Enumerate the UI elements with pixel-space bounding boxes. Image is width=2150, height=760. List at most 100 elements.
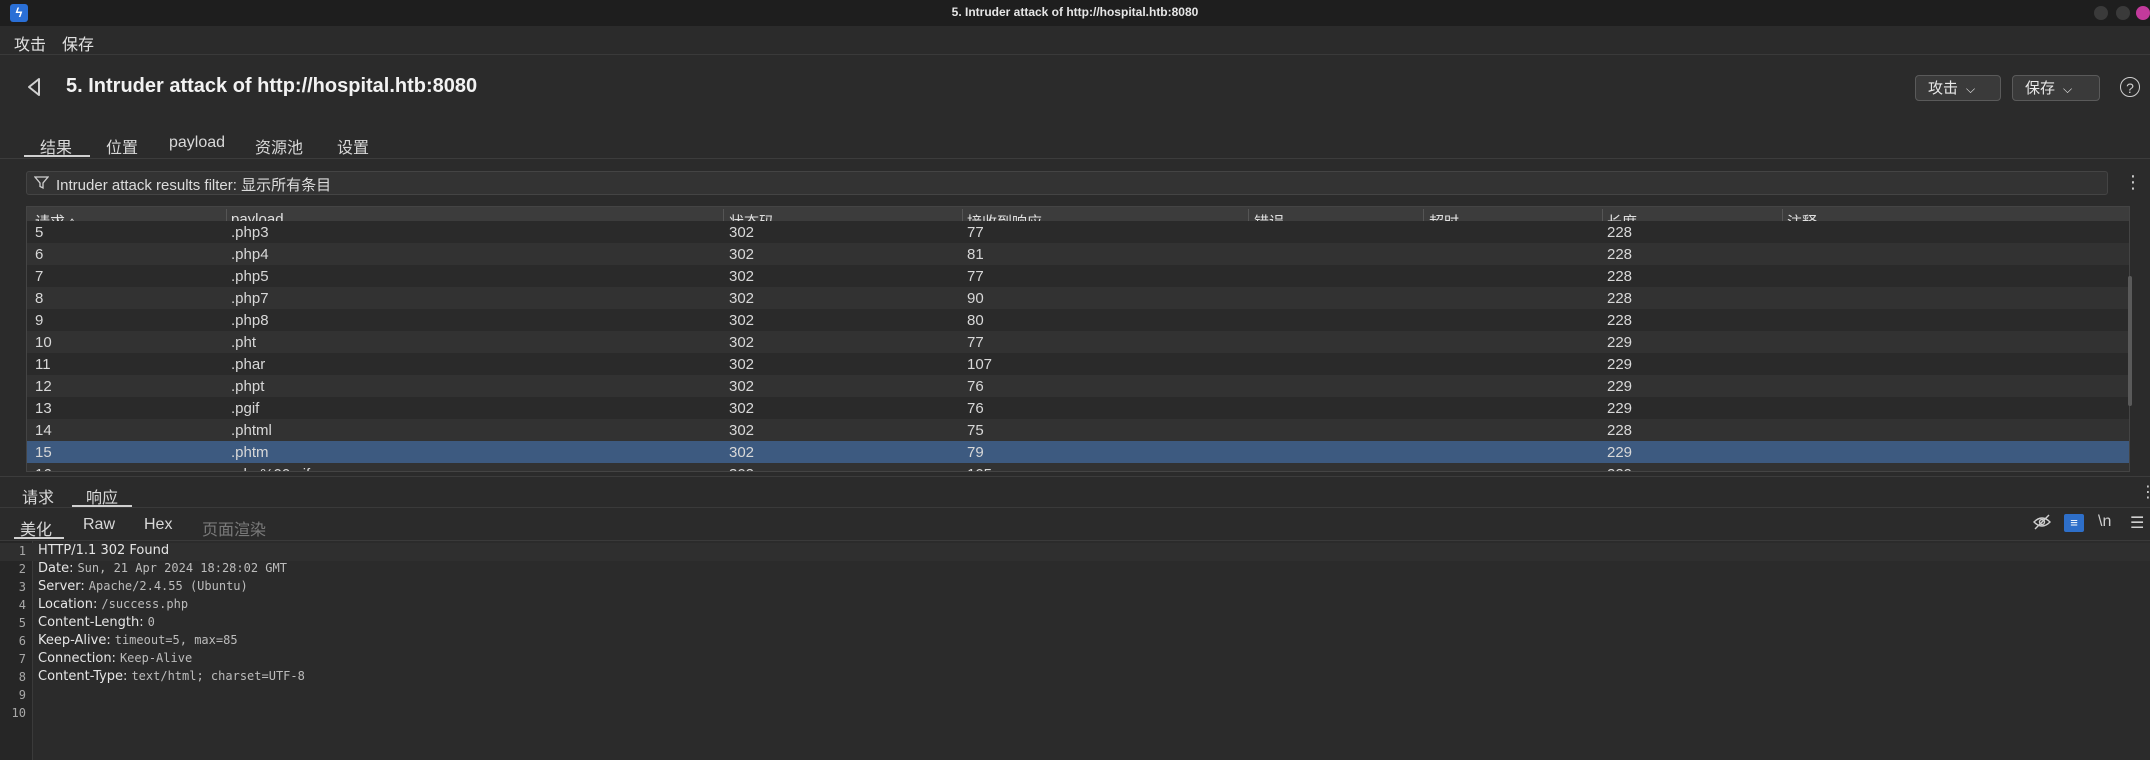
close-window-button[interactable] [2136, 6, 2150, 20]
cell-status: 302 [729, 422, 755, 439]
tab-settings[interactable]: 设置 [337, 134, 369, 158]
cell-status: 302 [729, 246, 755, 263]
table-row[interactable]: 8 .php7 302 90 228 [27, 287, 2129, 309]
tab-hex[interactable]: Hex [144, 516, 172, 534]
header-name: Content-Length: [38, 615, 144, 630]
chevron-down-icon: ⌵ [2063, 82, 2073, 96]
tab-request[interactable]: 请求 [22, 484, 54, 508]
cell-length: 229 [1607, 466, 1632, 471]
table-row[interactable]: 7 .php5 302 77 228 [27, 265, 2129, 287]
tab-resource-pool[interactable]: 资源池 [255, 134, 303, 158]
cell-payload: .php5 [231, 268, 269, 285]
cell-received: 77 [967, 334, 984, 351]
save-button[interactable]: 保存 ⌵ [2012, 75, 2100, 101]
cell-payload: .phpt [231, 378, 265, 395]
header-name: Content-Type: [38, 669, 128, 684]
table-body: 5 .php3 302 77 228 6 .php4 302 81 228 7 .php5 302 77 2… [27, 221, 2129, 471]
kebab-menu-icon[interactable]: ⋮ [2124, 172, 2142, 193]
table-row[interactable]: 9 .php8 302 80 228 [27, 309, 2129, 331]
cell-received: 105 [967, 466, 992, 471]
back-icon[interactable] [24, 76, 46, 98]
table-row[interactable]: 16 .php%00.gif 302 105 229 [27, 463, 2129, 471]
cell-received: 81 [967, 246, 984, 263]
line-number: 9 [18, 688, 26, 702]
cell-payload: .php4 [231, 246, 269, 263]
cell-req: 5 [35, 224, 44, 241]
cell-received: 107 [967, 356, 993, 373]
line-number: 3 [18, 580, 26, 594]
table-row[interactable]: 10 .pht 302 77 229 [27, 331, 2129, 353]
cell-req: 13 [35, 400, 52, 417]
cell-received: 90 [967, 290, 984, 307]
cell-status: 302 [729, 268, 755, 285]
cell-received: 79 [967, 444, 984, 461]
cell-payload: .php7 [231, 290, 269, 307]
cell-payload: .phtml [231, 422, 272, 439]
table-scrollbar[interactable] [2128, 276, 2132, 406]
tab-payload[interactable]: payload [169, 134, 225, 152]
header-value: /success.php [101, 597, 189, 611]
kebab-menu-icon[interactable]: ⋮ [2140, 482, 2150, 502]
maximize-button[interactable] [2116, 6, 2130, 20]
tab-positions[interactable]: 位置 [106, 134, 138, 158]
header-key: Content-Length: 0 [38, 615, 155, 630]
table-row[interactable]: 5 .php3 302 77 228 [27, 221, 2129, 243]
cell-req: 16 [35, 466, 52, 471]
menu-item-save[interactable]: 保存 [62, 31, 94, 55]
viewtab-divider [0, 540, 2150, 541]
cell-received: 77 [967, 268, 984, 285]
minimize-button[interactable] [2094, 6, 2108, 20]
attack-button-label: 攻击 [1928, 80, 1959, 97]
cell-req: 6 [35, 246, 44, 263]
code-line: 2 Date: Sun, 21 Apr 2024 18:28:02 GMT [0, 561, 2150, 579]
cell-status: 302 [729, 466, 754, 471]
cell-length: 228 [1607, 290, 1633, 307]
wrap-icon[interactable]: ≡ [2064, 514, 2084, 532]
header-key: Date: Sun, 21 Apr 2024 18:28:02 GMT [38, 561, 287, 576]
line-number: 4 [18, 598, 26, 612]
code-line: 6 Keep-Alive: timeout=5, max=85 [0, 633, 2150, 651]
cell-req: 11 [35, 356, 51, 373]
cell-payload: .php%00.gif [231, 466, 310, 471]
menu-bar [0, 26, 2150, 55]
menu-item-attack[interactable]: 攻击 [14, 31, 46, 55]
chevron-down-icon: ⌵ [1966, 82, 1976, 96]
menu-icon[interactable]: ☰ [2130, 513, 2144, 533]
header-name: Connection: [38, 651, 116, 666]
results-filter-bar[interactable] [26, 171, 2108, 195]
help-icon[interactable]: ? [2120, 77, 2140, 97]
header-name: HTTP/1.1 302 Found [38, 543, 170, 558]
cell-length: 228 [1607, 312, 1633, 329]
table-row[interactable]: 14 .phtml 302 75 228 [27, 419, 2129, 441]
cell-payload: .php3 [231, 224, 269, 241]
tab-render[interactable]: 页面渲染 [202, 516, 266, 540]
table-row[interactable]: 11 .phar 302 107 229 [27, 353, 2129, 375]
filter-icon [33, 175, 50, 194]
pane-divider[interactable] [0, 476, 2150, 477]
cell-req: 14 [35, 422, 52, 439]
cell-length: 229 [1607, 378, 1633, 395]
header-value: Sun, 21 Apr 2024 18:28:02 GMT [77, 561, 287, 575]
active-tab-indicator [24, 155, 90, 157]
header-key: Connection: Keep-Alive [38, 651, 192, 666]
attack-button[interactable]: 攻击 ⌵ [1915, 75, 2001, 101]
cell-received: 80 [967, 312, 984, 329]
table-row[interactable]: 6 .php4 302 81 228 [27, 243, 2129, 265]
cell-length: 228 [1607, 224, 1633, 241]
header-key: Keep-Alive: timeout=5, max=85 [38, 633, 238, 648]
window-title: 5. Intruder attack of http://hospital.ht… [951, 5, 1199, 19]
cell-length: 228 [1607, 422, 1633, 439]
code-line: 4 Location:/success.php [0, 597, 2150, 615]
cell-status: 302 [729, 400, 755, 417]
save-button-label: 保存 [2025, 80, 2056, 97]
response-code-view[interactable]: 1 HTTP/1.1 302 Found 2 Date: Sun, 21 Apr 202… [0, 543, 2150, 723]
table-row[interactable]: 12 .phpt 302 76 229 [27, 375, 2129, 397]
cell-status: 302 [729, 290, 755, 307]
table-row[interactable]: 15 .phtm 302 79 229 [27, 441, 2129, 463]
tab-raw[interactable]: Raw [83, 516, 115, 534]
table-row[interactable]: 13 .pgif 302 76 229 [27, 397, 2129, 419]
header-key: Location:/success.php [38, 597, 188, 612]
line-number: 7 [18, 652, 26, 666]
hide-icon[interactable] [2032, 513, 2052, 536]
newline-icon[interactable]: \n [2098, 513, 2111, 531]
